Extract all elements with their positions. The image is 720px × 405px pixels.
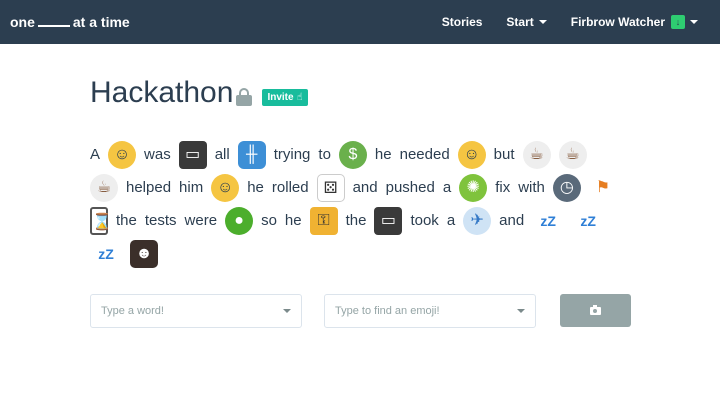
lock-icon xyxy=(236,88,253,106)
sleeping-face-emoji: ☺ xyxy=(457,141,486,170)
story-word: so xyxy=(261,212,277,229)
camera-icon xyxy=(590,304,601,315)
navbar: one at a time Stories Start Firbrow Watch… xyxy=(0,0,720,44)
story-word: to xyxy=(318,146,331,163)
nav-user-label: Firbrow Watcher xyxy=(570,15,665,29)
nav-menu: Stories Start Firbrow Watcher ↓ xyxy=(430,15,710,29)
brand-text-after: at a time xyxy=(72,14,130,30)
nav-start-label: Start xyxy=(506,15,534,29)
story-word: a xyxy=(442,179,452,196)
story-word: fix xyxy=(495,179,511,196)
emoji-input-placeholder: Type to find an emoji! xyxy=(335,305,440,317)
nav-start-dropdown[interactable]: Start xyxy=(494,15,558,29)
brand-blank xyxy=(37,16,70,27)
story-word: him xyxy=(179,179,204,196)
grinning-face-emoji: ☺ xyxy=(211,174,240,203)
zzz-emoji: zZ xyxy=(580,213,596,230)
story-word: tests xyxy=(144,212,177,229)
chevron-down-icon xyxy=(283,309,291,313)
story-word: trying xyxy=(273,146,311,163)
pointing-hand-icon: ☝ xyxy=(296,91,303,103)
chevron-down-icon xyxy=(538,20,547,24)
zzz-emoji: zZ xyxy=(98,246,114,263)
story-word: the xyxy=(345,212,367,229)
story-word: were xyxy=(184,212,218,229)
story-word: he xyxy=(247,179,264,196)
desktop-computer-emoji: ▭ xyxy=(374,207,403,236)
story-text: A ☺ was ▭ all ╫ trying to $ he needed ☺ but ☕ ☕☕ helped… xyxy=(90,138,630,270)
story-word: took xyxy=(410,212,439,229)
bridge-at-night-emoji: ╫ xyxy=(237,141,266,170)
green-apple-emoji: ● xyxy=(225,207,254,236)
bug-emoji: ✺ xyxy=(459,174,488,203)
story-word: he xyxy=(374,146,392,163)
story-word: was xyxy=(144,146,171,163)
runner-emoji: ⚑ xyxy=(595,179,611,197)
page-title: Hackathon xyxy=(90,76,234,109)
emoji-search-input[interactable]: Type to find an emoji! xyxy=(324,294,536,328)
invite-label: Invite xyxy=(267,91,294,103)
story-word: A xyxy=(90,146,101,163)
story-word: and xyxy=(352,179,378,196)
hot-beverage-emoji: ☕ xyxy=(90,174,118,203)
clock-emoji: ◷ xyxy=(552,174,581,203)
closed-lock-with-key-emoji: ⚿ xyxy=(309,207,338,236)
nav-user-dropdown[interactable]: Firbrow Watcher ↓ xyxy=(559,15,710,29)
invite-button[interactable]: Invite ☝ xyxy=(262,88,308,106)
game-die-emoji: ⚄ xyxy=(316,174,345,203)
story-word: but xyxy=(493,146,515,163)
story-word: and xyxy=(499,212,525,229)
chevron-down-icon xyxy=(690,20,698,24)
download-icon: ↓ xyxy=(671,15,685,29)
story-word: pushed xyxy=(385,179,435,196)
story-word: he xyxy=(284,212,302,229)
chevron-down-icon xyxy=(517,309,525,313)
story-word: the xyxy=(116,212,137,229)
hot-beverage-emoji: ☕ xyxy=(522,141,551,170)
zzz-emoji: zZ xyxy=(540,213,556,230)
money-with-wings-emoji: $ xyxy=(338,141,367,170)
story-word: needed xyxy=(399,146,450,163)
story-word: a xyxy=(446,212,456,229)
story-word: all xyxy=(214,146,230,163)
title-row: Hackathon Invite ☝ xyxy=(90,76,308,110)
camera-button[interactable] xyxy=(560,294,631,327)
story-word: helped xyxy=(126,179,172,196)
satellite-emoji: ✈ xyxy=(463,207,492,236)
story-word: rolled xyxy=(271,179,309,196)
word-input[interactable]: Type a word! xyxy=(90,294,302,328)
nav-stories-label: Stories xyxy=(441,15,483,29)
word-input-placeholder: Type a word! xyxy=(101,305,164,317)
person-face-emoji: ☺ xyxy=(108,141,137,170)
brand-text-before: one xyxy=(10,14,35,30)
hot-beverage-emoji: ☕ xyxy=(558,141,587,170)
hourglass-emoji: ⌛ xyxy=(90,207,112,236)
nav-stories-link[interactable]: Stories xyxy=(430,15,495,29)
story-word: with xyxy=(518,179,545,196)
user-photo-emoji: ☻ xyxy=(130,240,158,269)
desktop-computer-emoji: ▭ xyxy=(178,141,207,170)
brand-logo[interactable]: one at a time xyxy=(10,14,130,30)
